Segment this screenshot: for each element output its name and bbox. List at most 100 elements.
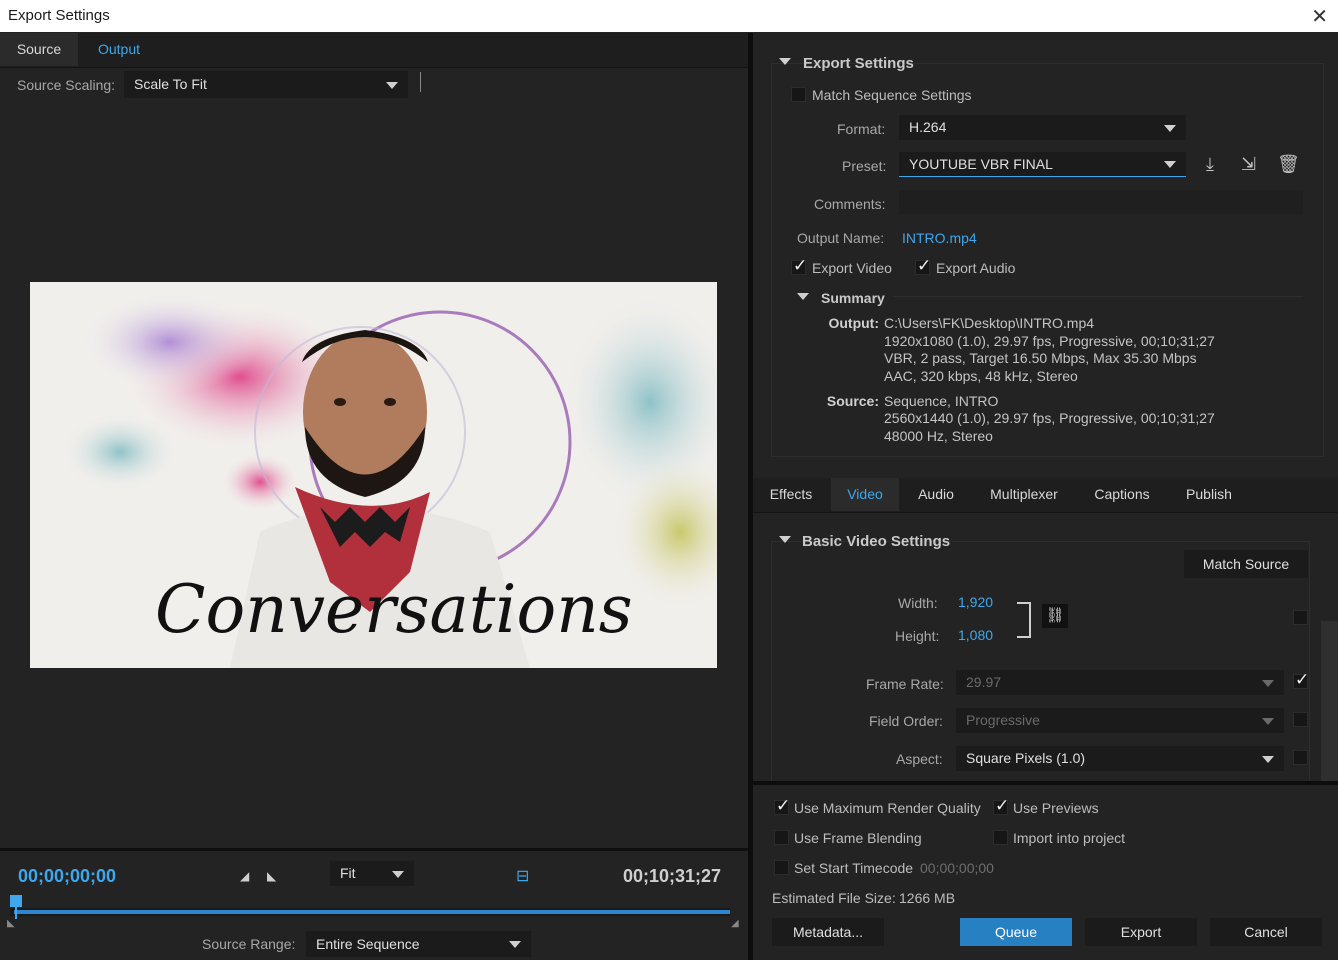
summary-output-line: 1920x1080 (1.0), 29.97 fps, Progressive,… bbox=[884, 333, 1215, 349]
comments-field[interactable] bbox=[899, 190, 1303, 214]
frame-rate-checkbox[interactable] bbox=[1293, 670, 1309, 690]
zoom-value: Fit bbox=[340, 865, 356, 881]
summary-collapse-icon[interactable] bbox=[797, 293, 809, 300]
use-previews-label: Use Previews bbox=[1013, 800, 1099, 816]
right-tab-bar: Effects Video Audio Multiplexer Captions… bbox=[753, 478, 1338, 513]
field-order-dropdown[interactable]: Progressive bbox=[956, 708, 1284, 733]
export-video-label: Export Video bbox=[812, 260, 892, 276]
aspect-label: Aspect: bbox=[896, 751, 943, 767]
summary-output-line: AAC, 320 kbps, 48 kHz, Stereo bbox=[884, 368, 1078, 384]
chain-link-icon[interactable]: ⛓ bbox=[1042, 604, 1068, 628]
preset-dropdown[interactable]: YOUTUBE VBR FINAL bbox=[899, 152, 1186, 177]
source-output-panel: Source Output Source Scaling: Scale To F… bbox=[0, 33, 748, 960]
output-name-link[interactable]: INTRO.mp4 bbox=[902, 230, 977, 246]
max-render-checkbox[interactable] bbox=[774, 796, 790, 816]
summary-output-line: VBR, 2 pass, Target 16.50 Mbps, Max 35.3… bbox=[884, 350, 1197, 366]
summary-header: Summary bbox=[821, 290, 885, 306]
mark-in-icon[interactable]: ◢ bbox=[240, 869, 249, 883]
format-dropdown[interactable]: H.264 bbox=[899, 115, 1186, 140]
chevron-down-icon bbox=[1262, 679, 1274, 687]
divider-line bbox=[420, 72, 421, 92]
start-timecode-checkbox[interactable] bbox=[774, 860, 789, 875]
export-audio-checkbox[interactable] bbox=[915, 256, 931, 276]
cancel-button[interactable]: Cancel bbox=[1210, 918, 1322, 946]
aspect-value: Square Pixels (1.0) bbox=[966, 750, 1086, 766]
tab-audio[interactable]: Audio bbox=[901, 478, 971, 511]
out-point-icon[interactable]: ◢ bbox=[731, 918, 739, 929]
chevron-down-icon bbox=[1262, 755, 1274, 763]
frame-blending-checkbox[interactable] bbox=[774, 830, 789, 845]
tab-output[interactable]: Output bbox=[80, 33, 158, 66]
tab-captions[interactable]: Captions bbox=[1077, 478, 1167, 511]
aspect-checkbox[interactable] bbox=[1293, 750, 1308, 765]
aspect-dropdown[interactable]: Square Pixels (1.0) bbox=[956, 746, 1284, 771]
bottom-separator bbox=[753, 781, 1338, 785]
tab-publish[interactable]: Publish bbox=[1169, 478, 1249, 511]
width-label: Width: bbox=[898, 595, 938, 611]
frame-blending-label: Use Frame Blending bbox=[794, 830, 922, 846]
source-range-label: Source Range: bbox=[202, 936, 296, 952]
timeline-separator bbox=[0, 848, 748, 851]
import-preset-icon[interactable]: ⇲ bbox=[1241, 154, 1256, 175]
zoom-dropdown[interactable]: Fit bbox=[330, 861, 414, 886]
start-timecode-value[interactable]: 00;00;00;00 bbox=[920, 860, 994, 876]
match-sequence-checkbox[interactable] bbox=[791, 87, 806, 102]
tab-multiplexer[interactable]: Multiplexer bbox=[973, 478, 1075, 511]
left-tab-bar: Source Output bbox=[0, 33, 748, 68]
est-size-value: 1266 MB bbox=[899, 890, 956, 906]
scrollbar[interactable] bbox=[1321, 621, 1338, 781]
timeline-track[interactable] bbox=[10, 908, 730, 916]
metadata-button[interactable]: Metadata... bbox=[772, 918, 884, 946]
queue-button[interactable]: Queue bbox=[960, 918, 1072, 946]
save-preset-icon[interactable]: ⤓ bbox=[1206, 154, 1214, 175]
start-timecode-label: Set Start Timecode bbox=[794, 860, 914, 876]
import-project-label: Import into project bbox=[1013, 830, 1126, 846]
source-range-value: Entire Sequence bbox=[316, 936, 420, 952]
current-timecode[interactable]: 00;00;00;00 bbox=[18, 866, 116, 887]
summary-source-line: Sequence, INTRO bbox=[884, 393, 999, 409]
in-point-icon[interactable]: ◣ bbox=[7, 918, 15, 929]
resolution-override-checkbox[interactable] bbox=[1293, 610, 1308, 625]
timeline-range-bar bbox=[14, 910, 730, 914]
title-bar: Export Settings ✕ bbox=[0, 0, 1338, 32]
set-range-icon[interactable]: ⊟ bbox=[516, 866, 529, 886]
tab-source[interactable]: Source bbox=[0, 33, 78, 66]
end-timecode: 00;10;31;27 bbox=[623, 866, 722, 886]
collapse-triangle-icon[interactable] bbox=[779, 536, 791, 543]
export-audio-label: Export Audio bbox=[936, 260, 1016, 276]
import-project-checkbox[interactable] bbox=[993, 830, 1008, 845]
source-range-dropdown[interactable]: Entire Sequence bbox=[306, 931, 531, 957]
height-value[interactable]: 1,080 bbox=[958, 627, 993, 643]
tab-effects[interactable]: Effects bbox=[753, 478, 829, 511]
use-previews-checkbox[interactable] bbox=[993, 796, 1009, 816]
basic-video-header: Basic Video Settings bbox=[802, 533, 951, 550]
summary-source-line: 48000 Hz, Stereo bbox=[884, 428, 993, 444]
frame-rate-dropdown[interactable]: 29.97 bbox=[956, 670, 1284, 695]
chevron-down-icon bbox=[1164, 124, 1176, 132]
comments-label: Comments: bbox=[814, 196, 886, 212]
tab-video[interactable]: Video bbox=[831, 478, 899, 511]
field-order-checkbox[interactable] bbox=[1293, 712, 1308, 727]
preset-value: YOUTUBE VBR FINAL bbox=[909, 156, 1053, 172]
preset-label: Preset: bbox=[842, 158, 887, 174]
mark-out-icon[interactable]: ◣ bbox=[267, 869, 276, 883]
match-source-button[interactable]: Match Source bbox=[1184, 550, 1308, 578]
export-button[interactable]: Export bbox=[1085, 918, 1197, 946]
preview-frame: Conversations bbox=[30, 282, 717, 668]
export-video-checkbox[interactable] bbox=[791, 256, 807, 276]
height-label: Height: bbox=[895, 628, 940, 644]
collapse-triangle-icon[interactable] bbox=[779, 58, 791, 65]
summary-output-line: C:\Users\FK\Desktop\INTRO.mp4 bbox=[884, 315, 1095, 331]
summary-source-label: Source: bbox=[826, 393, 879, 409]
close-icon[interactable]: ✕ bbox=[1311, 4, 1328, 29]
summary-rule bbox=[893, 296, 1303, 297]
width-value[interactable]: 1,920 bbox=[958, 594, 993, 610]
summary-source-line: 2560x1440 (1.0), 29.97 fps, Progressive,… bbox=[884, 410, 1215, 426]
match-sequence-label: Match Sequence Settings bbox=[812, 87, 972, 103]
trash-icon[interactable]: 🗑 bbox=[1277, 154, 1300, 175]
max-render-label: Use Maximum Render Quality bbox=[794, 800, 981, 816]
source-scaling-dropdown[interactable]: Scale To Fit bbox=[124, 71, 408, 98]
export-settings-panel: Export Settings Match Sequence Settings … bbox=[753, 33, 1338, 960]
chevron-down-icon bbox=[392, 870, 404, 878]
window-title: Export Settings bbox=[8, 7, 110, 24]
